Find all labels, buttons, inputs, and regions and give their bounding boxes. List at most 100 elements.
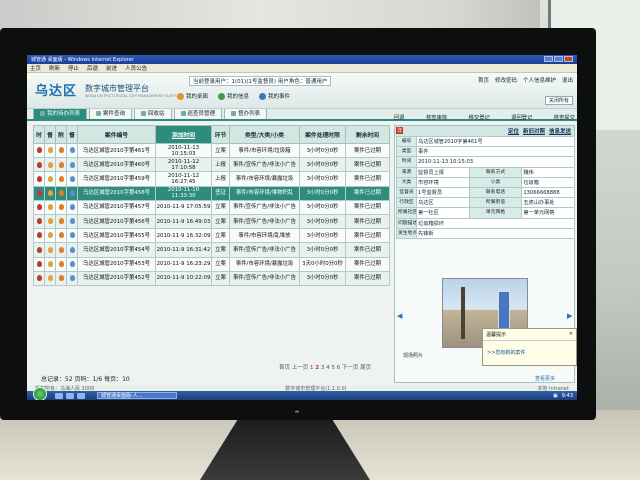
col-stage[interactable]: 环节 [211, 125, 230, 144]
taskbar-task[interactable]: 城管通桌面版-人... [97, 392, 177, 399]
menu-announcement[interactable]: 人员公告 [125, 64, 147, 72]
info-row: 行政区 乌达区 所属街道 五虎山办事处 [396, 197, 575, 209]
info-row: 监督员 1号监督员 联系电话 13066668888 [396, 186, 575, 199]
menu-forward[interactable]: 前进 [106, 64, 117, 72]
row-flag-cell [66, 213, 78, 230]
ie-icon[interactable] [55, 392, 63, 399]
folder-icon[interactable] [66, 392, 74, 399]
col-remaining[interactable]: 剩余时间 [345, 125, 390, 144]
home-link[interactable]: 首页 [478, 76, 489, 84]
menu-back[interactable]: 后退 [87, 64, 98, 72]
minimize-button[interactable] [544, 55, 553, 62]
cell-remaining: 案件已过期 [345, 171, 390, 187]
row-flag-cell [33, 270, 45, 286]
transfer-register-button[interactable]: 移交登记 [469, 113, 490, 121]
menu-home[interactable]: 主页 [30, 64, 41, 72]
cell-remaining: 案件已过期 [345, 270, 390, 286]
pager-current[interactable]: 2 [315, 365, 319, 371]
quick-link-desktop[interactable]: 我的桌面 [177, 92, 208, 100]
time-alert-icon [36, 275, 42, 282]
start-button[interactable] [33, 386, 47, 400]
cell-remaining: 案件已过期 [345, 199, 390, 215]
urge-icon [47, 260, 53, 267]
photo-tree [461, 287, 465, 339]
cell-time: 2010-11-9 17:05:59 [155, 199, 212, 215]
cell-stage: 立案 [211, 270, 230, 286]
quick-link-events[interactable]: 我的事件 [259, 92, 290, 100]
table-row[interactable]: 乌达区城管2010字第456号 2010-11-9 16:49:03 立案 事件/宣传… [33, 213, 390, 230]
info-row: 类型 事件 [396, 146, 575, 158]
change-password-link[interactable]: 修改密码 [495, 76, 517, 84]
cell-time: 2010-11-10 11:33:30 [155, 185, 212, 201]
cell-stage: 签证 [211, 185, 230, 201]
table-row[interactable]: 乌达区城管2010字第455号 2010-11-9 16:32:09 立案 事件/市容… [33, 228, 390, 244]
cell-case-no: 乌达区城管2010字第458号 [77, 185, 156, 201]
cell-deadline: 3小时0分0秒 [299, 142, 346, 159]
col-deadline[interactable]: 案件处理时限 [299, 125, 346, 144]
info-value: 市容环境 [416, 176, 470, 188]
table-row[interactable]: 乌达区城管2010字第460号 2010-11-12 17:10:58 上报 事件/宣… [33, 157, 390, 173]
pager[interactable]: 首页 上一页 1 2 3 4 5 6 下一页 尾页 [279, 363, 371, 371]
cell-category: 事件/宣传广告/非法小广告 [229, 270, 300, 286]
cell-remaining: 案件已过期 [345, 185, 390, 201]
table-row[interactable]: 乌达区城管2010字第457号 2010-11-9 17:05:59 立案 事件/宣传… [33, 199, 390, 215]
table-row[interactable]: 乌达区城管2010字第453号 2010-11-9 16:23:29 立案 事件/市容… [33, 256, 390, 272]
quick-links: 我的桌面 我的信息 我的事件 [177, 92, 290, 100]
maximize-button[interactable] [554, 55, 563, 62]
row-flag-cell [44, 157, 56, 173]
notification-popup[interactable]: 温馨提示 × >>您有新的案件 [482, 328, 577, 366]
photo-prev-button[interactable]: ◀ [397, 312, 402, 320]
tab-send-info[interactable]: 信息发送 [549, 127, 571, 135]
pager-prefix[interactable]: 首页 上一页 1 [279, 365, 314, 371]
info-value: 垃圾箱损坏 [416, 217, 575, 229]
table-row[interactable]: 乌达区城管2010字第452号 2010-11-9 10:22:09 立案 事件/宣传… [33, 270, 390, 286]
attachment-icon [58, 260, 64, 267]
return-register-button[interactable]: 退回登记 [511, 113, 532, 121]
urge-icon [47, 275, 53, 282]
menu-refresh[interactable]: 刷新 [49, 64, 60, 72]
table-row[interactable]: 乌达区城管2010字第461号 2010-11-13 10:15:03 立案 事件/市… [33, 142, 390, 159]
tab-label: 督办列表 [238, 111, 261, 117]
notification-title-bar: 温馨提示 × [483, 329, 576, 341]
cell-deadline: 3小时0分0秒 [299, 157, 346, 173]
info-key: 联系方式 [468, 166, 523, 178]
col-added-time[interactable]: 添加时间 [155, 125, 212, 144]
table-row[interactable]: 乌达区城管2010字第454号 2010-11-9 16:31:42 立案 事件/宣传… [33, 242, 390, 258]
tab-compare[interactable]: 新旧对照 [523, 127, 545, 135]
more-link[interactable]: 查看更多 [535, 375, 555, 382]
close-icon[interactable]: × [569, 331, 573, 338]
verify-submit-button[interactable]: 核查提交 [554, 113, 575, 121]
profile-link[interactable]: 个人信息维护 [523, 76, 556, 84]
info-value: 13066668888 [521, 186, 575, 199]
cell-category: 事件/市容环境/垃圾箱 [229, 142, 300, 159]
pager-suffix[interactable]: 3 4 5 6 下一页 尾页 [321, 365, 371, 371]
info-row: 来源 监督员上报 联系方式 魏伟 [396, 166, 575, 178]
close-button[interactable] [564, 55, 573, 62]
row-flag-cell [33, 213, 45, 230]
menu-stop[interactable]: 停止 [68, 64, 79, 72]
photo-next-button[interactable]: ▶ [567, 312, 572, 320]
urge-icon [47, 232, 53, 239]
cell-deadline: 3小时0分0秒 [299, 213, 346, 230]
attachment-icon [58, 175, 64, 182]
quick-link-info[interactable]: 我的信息 [218, 92, 249, 100]
verify-review-button[interactable]: 核查审核 [426, 113, 447, 121]
case-info-body: 编号 乌达区城管2010字第461号 类型 事件 时间 2010-11-13 10:15:… [396, 135, 575, 239]
row-flag-cell [44, 142, 56, 159]
logout-link[interactable]: 退出 [562, 76, 573, 84]
table-row[interactable]: 乌达区城管2010字第459号 2010-11-12 16:27:45 上报 事件/市… [33, 171, 390, 187]
row-flag-cell [66, 256, 78, 272]
rollback-button[interactable]: 回退 [394, 113, 405, 121]
notification-body[interactable]: >>您有新的案件 [483, 341, 576, 364]
network-icon[interactable]: ▣ [553, 393, 558, 399]
media-icon[interactable] [77, 392, 85, 399]
tab-locate[interactable]: 定位 [508, 127, 519, 135]
time-alert-icon [36, 204, 42, 211]
col-category[interactable]: 类型/大类/小类 [229, 125, 300, 144]
col-case-no[interactable]: 案件编号 [77, 125, 156, 144]
close-all-button[interactable]: 关闭所有 [544, 96, 573, 105]
table-row[interactable]: 乌达区城管2010字第458号 2010-11-10 11:33:30 签证 事件/市… [33, 185, 390, 201]
cell-remaining: 案件已过期 [345, 242, 390, 258]
row-flag-cell [44, 242, 56, 258]
cell-stage: 上报 [211, 171, 230, 187]
